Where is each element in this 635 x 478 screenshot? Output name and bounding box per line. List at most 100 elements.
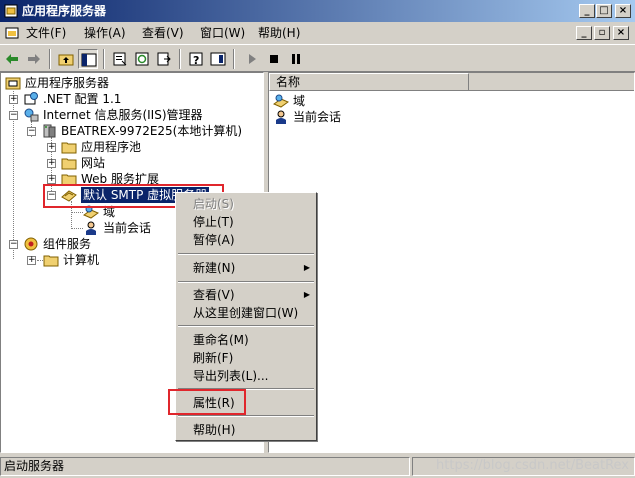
expand-toggle[interactable]: +	[27, 256, 36, 265]
back-button[interactable]	[2, 49, 22, 69]
export-list-button[interactable]	[154, 49, 174, 69]
show-tree-button[interactable]	[78, 49, 98, 69]
domain-icon	[272, 93, 290, 109]
list-item-label: 域	[293, 94, 306, 108]
menu-action[interactable]: 操作(A)	[84, 25, 126, 41]
mdi-close-button[interactable]: ×	[613, 26, 629, 40]
mdi-minimize-button[interactable]: _	[576, 26, 592, 40]
help-button[interactable]: ?	[186, 49, 206, 69]
watermark-text: https://blog.csdn.net/BeatRex	[436, 458, 629, 473]
column-header-name[interactable]: 名称	[269, 73, 469, 91]
close-button[interactable]: ×	[615, 4, 631, 18]
expand-toggle[interactable]: +	[47, 143, 56, 152]
forward-button[interactable]	[24, 49, 44, 69]
context-item-help[interactable]: 帮助(H)	[176, 421, 316, 439]
tree-item-label: 网站	[81, 156, 106, 170]
tree-connector	[71, 212, 83, 213]
context-item-label: 查看(V)	[193, 288, 235, 302]
context-item-start[interactable]: 启动(S)	[176, 195, 316, 213]
tree-item-label: 当前会话	[103, 221, 152, 235]
window-title: 应用程序服务器	[22, 4, 107, 18]
context-item-new[interactable]: 新建(N) ▶	[176, 259, 316, 277]
details-pane[interactable]: 名称 域 当前会话	[268, 72, 635, 453]
net-config-icon	[23, 91, 39, 107]
back-icon	[6, 54, 18, 64]
tree-connector	[71, 228, 83, 229]
menu-view[interactable]: 查看(V)	[142, 25, 184, 41]
context-item-view[interactable]: 查看(V) ▶	[176, 286, 316, 304]
context-item-stop[interactable]: 停止(T)	[176, 213, 316, 231]
computer-icon	[41, 123, 57, 139]
toolbar: ?	[0, 44, 635, 72]
menu-window[interactable]: 窗口(W)	[200, 25, 245, 41]
properties-button[interactable]	[110, 49, 130, 69]
stop-icon	[270, 55, 278, 63]
forward-icon	[28, 54, 40, 64]
tree-item-label: 组件服务	[43, 237, 92, 251]
toolbar-separator	[233, 49, 235, 69]
context-item-pause[interactable]: 暂停(A)	[176, 231, 316, 249]
folder-icon	[61, 139, 77, 155]
show-hide-console-button[interactable]	[208, 49, 228, 69]
collapse-toggle[interactable]: −	[27, 127, 36, 136]
user-session-icon	[273, 109, 289, 125]
context-item-refresh[interactable]: 刷新(F)	[176, 349, 316, 367]
user-session-icon	[83, 220, 99, 236]
show-tree-icon	[81, 53, 97, 67]
mmc-window: 应用程序服务器 _ □ × 文件(F) 操作(A) 查看(V) 窗口(W) 帮助…	[0, 0, 635, 478]
collapse-toggle[interactable]: −	[9, 111, 18, 120]
collapse-toggle[interactable]: −	[9, 240, 18, 249]
play-icon	[249, 54, 256, 64]
maximize-button[interactable]: □	[596, 4, 612, 18]
annotation-highlight-properties	[168, 389, 246, 415]
submenu-arrow-icon: ▶	[303, 263, 310, 272]
tree-item-label: 应用程序服务器	[25, 76, 110, 90]
show-hide-icon	[210, 52, 226, 66]
console-icon[interactable]	[4, 25, 20, 41]
up-one-level-button[interactable]	[56, 49, 76, 69]
tree-item-label: 应用程序池	[81, 140, 142, 154]
status-text: 启动服务器	[0, 457, 410, 476]
up-folder-icon	[58, 54, 74, 66]
refresh-button[interactable]	[132, 49, 152, 69]
pause-icon	[292, 54, 300, 64]
menu-separator	[178, 325, 314, 327]
minimize-button[interactable]: _	[579, 4, 595, 18]
svg-text:?: ?	[193, 54, 199, 67]
tree-item-label: 计算机	[63, 253, 100, 267]
folder-icon	[61, 155, 77, 171]
component-services-icon	[23, 236, 39, 252]
menu-separator	[178, 281, 314, 283]
stop-service-button[interactable]	[264, 49, 284, 69]
tree-item-label: BEATREX-9972E25(本地计算机)	[61, 124, 243, 138]
app-server-icon	[5, 75, 21, 91]
menu-file[interactable]: 文件(F)	[26, 25, 66, 41]
menu-separator	[178, 253, 314, 255]
context-item-export-list[interactable]: 导出列表(L)...	[176, 367, 316, 385]
title-bar[interactable]: 应用程序服务器 _ □ ×	[0, 0, 635, 22]
properties-icon	[113, 52, 127, 66]
tree-item-label: Internet 信息服务(IIS)管理器	[43, 108, 203, 122]
toolbar-separator	[179, 49, 181, 69]
start-service-button[interactable]	[242, 49, 262, 69]
expand-toggle[interactable]: +	[9, 95, 18, 104]
context-item-label: 新建(N)	[193, 261, 236, 275]
list-header: 名称	[269, 73, 634, 91]
toolbar-separator	[103, 49, 105, 69]
menu-help[interactable]: 帮助(H)	[258, 25, 300, 41]
expand-toggle[interactable]: +	[47, 159, 56, 168]
menu-separator	[178, 415, 314, 417]
context-item-new-window[interactable]: 从这里创建窗口(W)	[176, 304, 316, 322]
app-server-icon	[3, 3, 19, 19]
tree-item-label: .NET 配置 1.1	[43, 92, 122, 106]
folder-icon	[43, 252, 59, 268]
refresh-icon	[135, 52, 149, 66]
help-icon: ?	[189, 52, 203, 67]
expand-toggle[interactable]: +	[47, 175, 56, 184]
list-item-label: 当前会话	[293, 110, 342, 124]
status-bar: 启动服务器 https://blog.csdn.net/BeatRex	[0, 455, 635, 478]
pause-service-button[interactable]	[286, 49, 306, 69]
mdi-restore-button[interactable]: ▫	[594, 26, 610, 40]
context-item-rename[interactable]: 重命名(M)	[176, 331, 316, 349]
iis-icon	[23, 107, 39, 123]
